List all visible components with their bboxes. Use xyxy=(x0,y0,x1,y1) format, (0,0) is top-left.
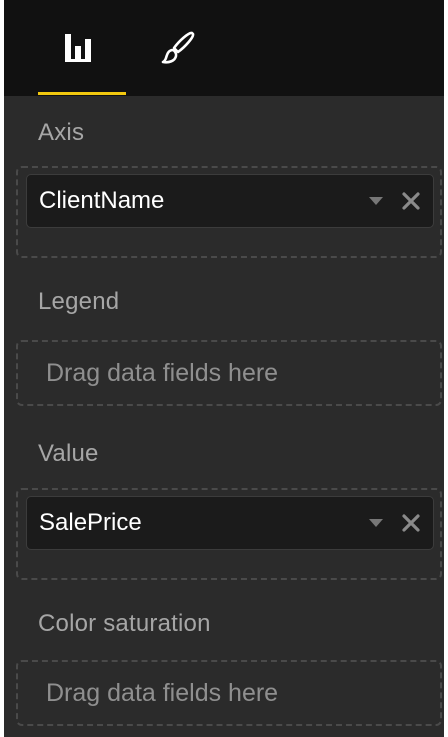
color-saturation-drop-zone[interactable]: Drag data fields here xyxy=(16,660,442,726)
close-icon[interactable] xyxy=(399,511,423,535)
legend-placeholder: Drag data fields here xyxy=(46,358,279,387)
value-field-pill[interactable]: SalePrice xyxy=(26,496,434,550)
tab-format[interactable] xyxy=(144,0,214,96)
axis-field-pill[interactable]: ClientName xyxy=(26,174,434,228)
bar-chart-icon xyxy=(65,34,91,62)
pane-tab-bar xyxy=(4,0,444,96)
paintbrush-icon xyxy=(161,31,195,64)
active-tab-indicator xyxy=(38,92,126,95)
close-icon[interactable] xyxy=(399,189,423,213)
visualization-fields-pane: Axis ClientName Legend Drag data fields … xyxy=(4,0,444,737)
axis-drop-zone[interactable]: ClientName xyxy=(16,166,442,258)
value-drop-zone[interactable]: SalePrice xyxy=(16,488,442,580)
legend-drop-zone[interactable]: Drag data fields here xyxy=(16,340,442,406)
value-field-name: SalePrice xyxy=(39,509,142,536)
value-well-label: Value xyxy=(38,440,99,467)
color-saturation-placeholder: Drag data fields here xyxy=(46,678,279,707)
chevron-down-icon[interactable] xyxy=(369,197,383,205)
axis-field-name: ClientName xyxy=(39,187,165,214)
axis-well-label: Axis xyxy=(38,119,85,146)
legend-well-label: Legend xyxy=(38,288,120,315)
chevron-down-icon[interactable] xyxy=(369,519,383,527)
color-saturation-well-label: Color saturation xyxy=(38,610,211,637)
tab-fields[interactable] xyxy=(34,0,126,96)
